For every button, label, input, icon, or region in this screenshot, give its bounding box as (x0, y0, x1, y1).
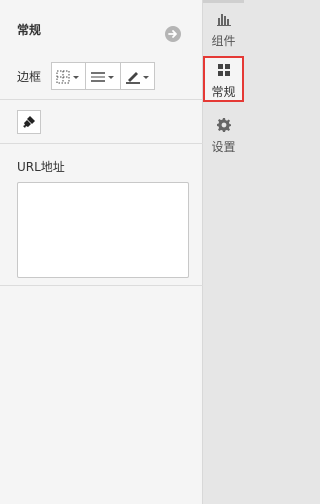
gear-icon (217, 118, 231, 132)
panel-header: 常规 (0, 4, 203, 50)
sidebar-item-settings[interactable]: 设置 (203, 111, 244, 157)
border-label: 边框 (17, 70, 42, 84)
url-label: URL地址 (17, 160, 65, 174)
panel-title: 常规 (17, 23, 42, 37)
sidebar-item-components[interactable]: 组件 (203, 5, 244, 51)
border-style-dropdown[interactable] (86, 63, 121, 89)
border-row: 边框 (0, 50, 203, 100)
line-style-icon (91, 72, 115, 82)
url-section: URL地址 (0, 144, 203, 286)
border-sides-dropdown[interactable] (52, 63, 87, 89)
right-sidebar: 组件 常规 设置 (203, 3, 244, 504)
border-sides-icon (56, 70, 79, 84)
bar-chart-icon (217, 14, 231, 26)
grid-icon (218, 64, 230, 76)
paint-brush-icon (23, 116, 35, 128)
arrow-right-icon (168, 30, 177, 38)
sidebar-item-label: 设置 (211, 140, 236, 154)
properties-panel: 常规 边框 URL地址 (0, 0, 203, 504)
collapse-arrow-button[interactable] (165, 26, 181, 42)
border-controls (51, 62, 155, 90)
sidebar-item-label: 组件 (211, 34, 236, 48)
sidebar-item-general[interactable]: 常规 (203, 56, 244, 102)
format-painter-button[interactable] (17, 110, 41, 134)
url-input[interactable] (17, 182, 189, 278)
sidebar-item-label: 常规 (211, 85, 236, 99)
pen-color-icon (125, 72, 149, 84)
format-painter-row (0, 100, 203, 144)
border-color-dropdown[interactable] (121, 63, 154, 89)
